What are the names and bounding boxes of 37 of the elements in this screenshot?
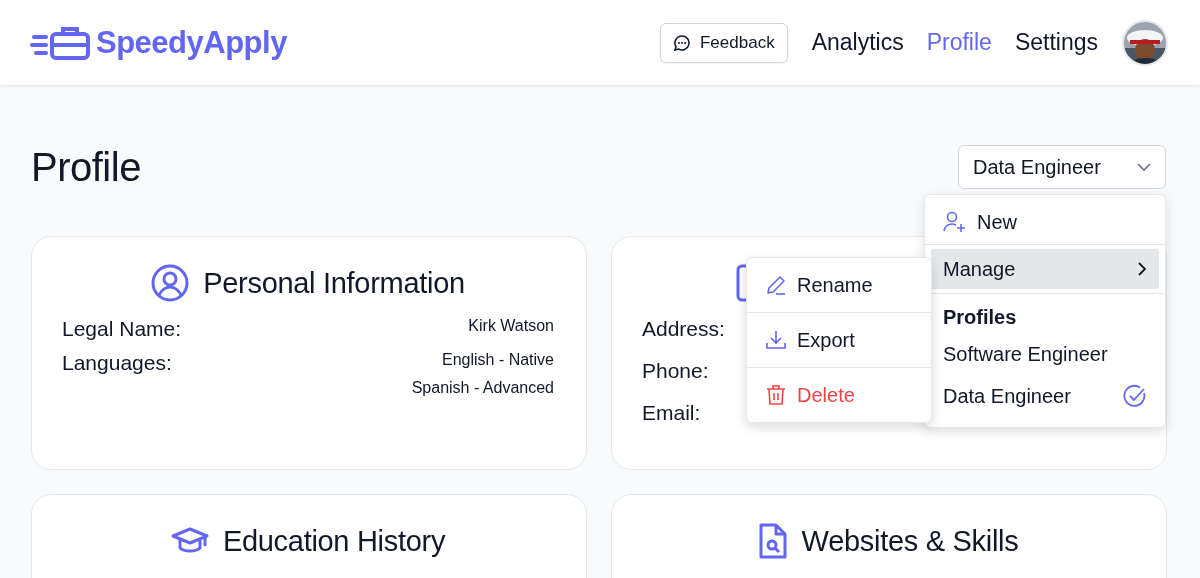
field-label: Address: xyxy=(642,317,725,341)
field-value: English - Native xyxy=(441,351,554,369)
menu-item[interactable]: Export xyxy=(747,313,931,367)
chat-bubble-icon xyxy=(672,33,691,52)
nav-link[interactable]: Settings xyxy=(1014,29,1098,56)
nav-link[interactable]: Profile xyxy=(926,29,992,56)
document-search-icon xyxy=(757,522,788,560)
profile-option[interactable]: Software Engineer xyxy=(931,333,1159,375)
pencil-icon xyxy=(765,274,787,296)
field-value: Kirk Watson xyxy=(468,317,554,335)
feedback-button[interactable]: Feedback xyxy=(659,22,788,63)
nav-link[interactable]: Analytics xyxy=(811,29,904,56)
card-title: Education History xyxy=(222,524,446,558)
menu-item[interactable]: Manage xyxy=(931,249,1159,289)
menu-item[interactable]: Delete xyxy=(747,368,931,422)
logo-text[interactable]: SpeedyApply xyxy=(96,24,287,61)
menu-item[interactable]: New xyxy=(931,200,1159,244)
chevron-right-icon xyxy=(1138,262,1147,276)
field-label: Languages: xyxy=(62,351,172,375)
chevron-down-icon xyxy=(1137,162,1151,172)
menu-item[interactable]: Rename xyxy=(747,258,931,312)
phone-icon xyxy=(736,264,746,302)
briefcase-logo-icon xyxy=(30,24,92,61)
section-heading: Profiles xyxy=(942,305,1018,330)
page-title: Profile xyxy=(31,144,141,190)
field-label: Email: xyxy=(642,401,701,425)
field-label: Legal Name: xyxy=(62,317,182,341)
user-plus-icon xyxy=(943,211,967,233)
trash-icon xyxy=(765,384,787,406)
profile-option[interactable]: Data Engineer xyxy=(931,375,1159,417)
field-value: Spanish - Advanced xyxy=(411,379,554,397)
card-title: Personal Information xyxy=(203,266,465,300)
field-label: Phone: xyxy=(642,359,709,383)
card-title: Websites & Skills xyxy=(801,524,1019,558)
download-icon xyxy=(765,329,787,351)
profile-select[interactable]: Data Engineer xyxy=(958,145,1166,189)
user-circle-icon xyxy=(151,264,190,302)
